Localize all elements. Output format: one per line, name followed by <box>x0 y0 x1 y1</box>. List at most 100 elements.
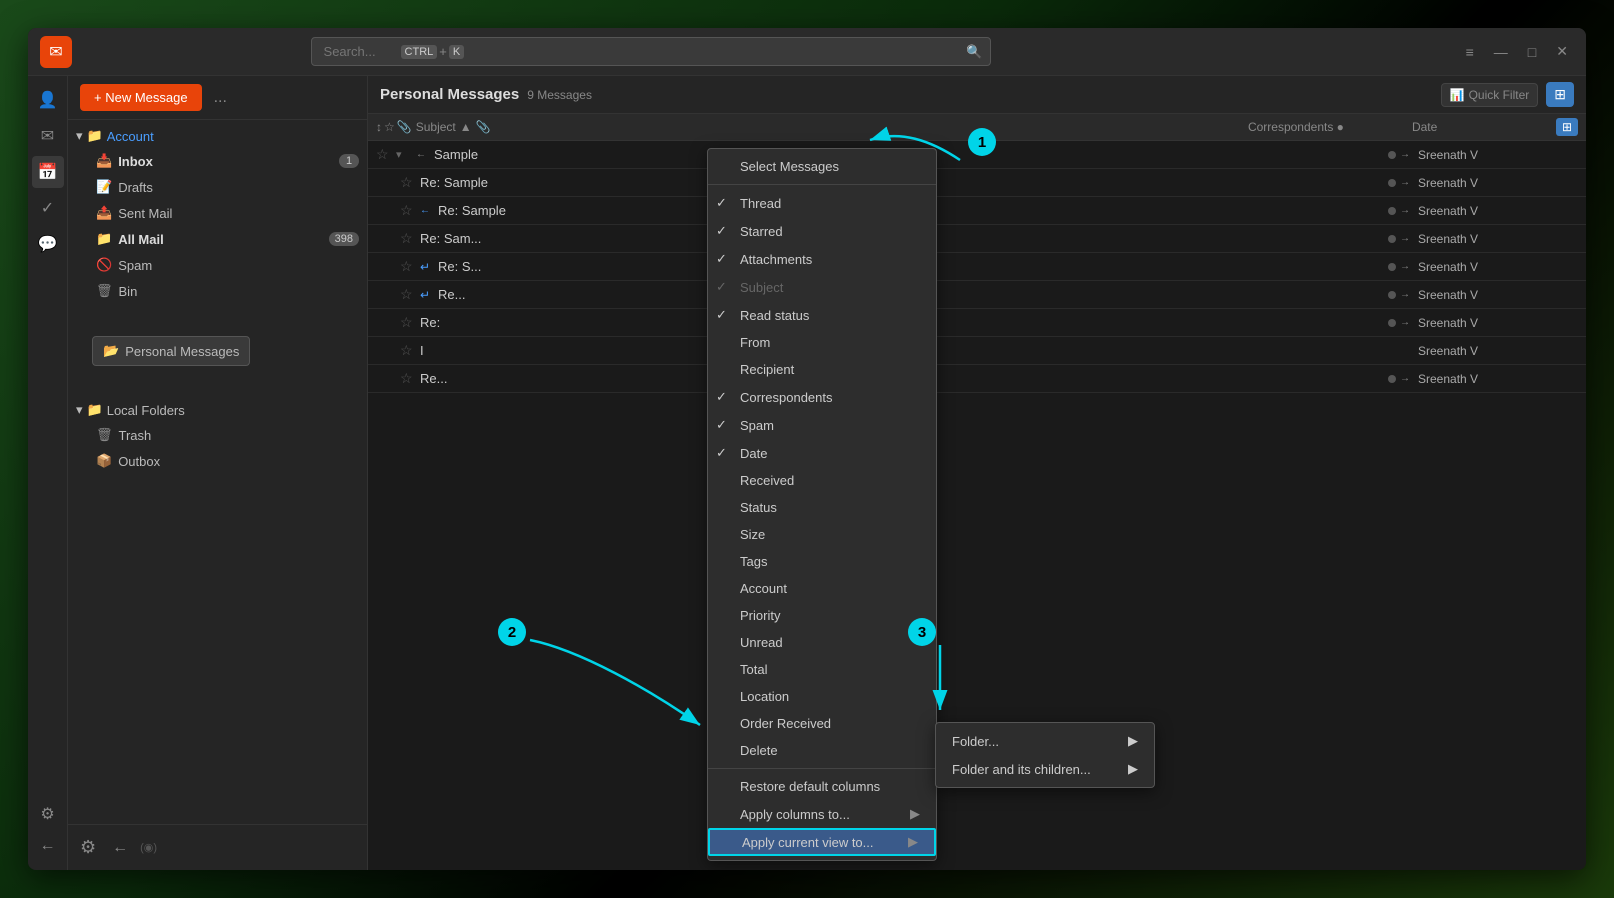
star-icon[interactable]: ☆ <box>400 230 416 247</box>
maximize-button[interactable]: □ <box>1522 39 1542 64</box>
menu-item-tags[interactable]: Tags <box>708 548 936 575</box>
folder-tree: ▾ 📁 Account 📥 Inbox 1 📝 Drafts 📤 Sent Ma… <box>68 120 367 308</box>
email-row[interactable]: ☆ ↵ Re: S... → Sreenath V <box>368 253 1586 281</box>
email-row[interactable]: ☆ I Sreenath V <box>368 337 1586 365</box>
folder-item-drafts[interactable]: 📝 Drafts <box>68 174 367 200</box>
menu-item-order-received[interactable]: Order Received <box>708 710 936 737</box>
sidebar-icon-mail[interactable]: ✉ <box>32 120 64 152</box>
email-row[interactable]: ☆ Re: Sample → Sreenath V <box>368 169 1586 197</box>
menu-item-folder-children[interactable]: Folder and its children... ▶ <box>936 755 1154 783</box>
local-folders-header[interactable]: ▾ 📁 Local Folders <box>68 398 367 422</box>
reply-icon: ← <box>420 205 434 216</box>
menu-item-priority[interactable]: Priority <box>708 602 936 629</box>
menu-item-unread[interactable]: Unread <box>708 629 936 656</box>
email-correspondent: Sreenath V <box>1418 260 1578 274</box>
email-row[interactable]: ☆ ▾ ← Sample → Sreenath V <box>368 141 1586 169</box>
menu-item-subject[interactable]: Subject <box>708 273 936 301</box>
menu-item-spam[interactable]: Spam <box>708 411 936 439</box>
menu-item-select-messages[interactable]: Select Messages <box>708 153 936 180</box>
star-icon[interactable]: ☆ <box>400 314 416 331</box>
spam-icon: 🚫 <box>96 257 112 273</box>
chevron-down-icon: ▾ <box>76 402 83 418</box>
correspondents-column-header[interactable]: Correspondents ● <box>1248 120 1408 134</box>
sidebar-icon-settings[interactable]: ⚙ <box>32 798 64 830</box>
attach-icon-col: 📎 <box>476 120 491 134</box>
menu-item-starred[interactable]: Starred <box>708 217 936 245</box>
folder-item-label: All Mail <box>118 232 164 247</box>
star-icon[interactable]: ☆ <box>376 146 392 163</box>
search-button[interactable]: 🔍 <box>966 44 982 60</box>
star-icon[interactable]: ☆ <box>400 202 416 219</box>
app-icon: ✉ <box>40 36 72 68</box>
email-row[interactable]: ☆ Re: → Sreenath V <box>368 309 1586 337</box>
allmail-badge: 398 <box>329 232 359 246</box>
menu-item-thread[interactable]: Thread <box>708 189 936 217</box>
menu-item-recipient[interactable]: Recipient <box>708 356 936 383</box>
folder-item-outbox[interactable]: 📦 Outbox <box>68 448 367 474</box>
personal-messages-label: Personal Messages <box>125 344 239 359</box>
menu-item-location[interactable]: Location <box>708 683 936 710</box>
new-message-button[interactable]: + New Message <box>80 84 202 111</box>
minimize-button[interactable]: — <box>1488 39 1514 64</box>
email-correspondent: Sreenath V <box>1418 232 1578 246</box>
columns-button[interactable]: ⊞ <box>1546 82 1574 107</box>
sidebar-icon-calendar[interactable]: 📅 <box>32 156 64 188</box>
sidebar-icon-tasks[interactable]: ✓ <box>32 192 64 224</box>
inbox-badge: 1 <box>339 154 359 168</box>
menu-item-attachments[interactable]: Attachments <box>708 245 936 273</box>
read-status-dot <box>1388 319 1396 327</box>
star-icon[interactable]: ☆ <box>400 370 416 387</box>
sidebar-icon-collapse[interactable]: ← <box>32 830 64 862</box>
folder-item-bin[interactable]: 🗑 Bin <box>68 278 367 304</box>
folder-item-inbox[interactable]: 📥 Inbox 1 <box>68 148 367 174</box>
date-column-header[interactable]: Date <box>1412 120 1552 134</box>
right-toolbar: Personal Messages 9 Messages 📊 Quick Fil… <box>368 76 1586 114</box>
personal-messages-button[interactable]: 📂 Personal Messages <box>92 336 250 366</box>
email-row[interactable]: ☆ ↵ Re... → Sreenath V <box>368 281 1586 309</box>
email-row[interactable]: ☆ Re... → Sreenath V <box>368 365 1586 393</box>
star-icon[interactable]: ☆ <box>400 174 416 191</box>
folder-item-sent[interactable]: 📤 Sent Mail <box>68 200 367 226</box>
reply-icon: ← <box>416 149 430 160</box>
sidebar-icon-profile[interactable]: 👤 <box>32 84 64 116</box>
date-label: Date <box>1412 120 1437 134</box>
sidebar-icon-chat[interactable]: 💬 <box>32 228 64 260</box>
star-icon[interactable]: ☆ <box>400 286 416 303</box>
account-group-header[interactable]: ▾ 📁 Account <box>68 124 367 148</box>
menu-item-delete[interactable]: Delete <box>708 737 936 764</box>
menu-item-apply-current-view[interactable]: Apply current view to... ▶ <box>708 828 936 856</box>
local-folders-section: ▾ 📁 Local Folders 🗑 Trash 📦 Outbox <box>68 394 367 478</box>
collapse-button[interactable]: ← <box>108 835 132 861</box>
menu-item-correspondents[interactable]: Correspondents <box>708 383 936 411</box>
menu-item-folder[interactable]: Folder... ▶ <box>936 727 1154 755</box>
close-button[interactable]: ✕ <box>1550 39 1574 64</box>
search-bar: CTRL + K 🔍 <box>311 37 991 66</box>
menu-item-restore-defaults[interactable]: Restore default columns <box>708 773 936 800</box>
outbox-icon: 📦 <box>96 453 112 469</box>
column-icons: ↕ ☆ 📎 <box>376 120 412 134</box>
menu-item-from[interactable]: From <box>708 329 936 356</box>
more-button[interactable]: ... <box>210 85 231 111</box>
submenu-arrow-icon: ▶ <box>908 834 918 850</box>
allmail-icon: 📁 <box>96 231 112 247</box>
star-icon[interactable]: ☆ <box>400 258 416 275</box>
email-row[interactable]: ☆ Re: Sam... → Sreenath V <box>368 225 1586 253</box>
menu-item-status[interactable]: Status <box>708 494 936 521</box>
folder-item-trash[interactable]: 🗑 Trash <box>68 422 367 448</box>
menu-item-account[interactable]: Account <box>708 575 936 602</box>
menu-item-read-status[interactable]: Read status <box>708 301 936 329</box>
folder-item-allmail[interactable]: 📁 All Mail 398 <box>68 226 367 252</box>
folder-item-spam[interactable]: 🚫 Spam <box>68 252 367 278</box>
settings-button[interactable]: ⚙ <box>76 833 100 862</box>
menu-item-size[interactable]: Size <box>708 521 936 548</box>
columns-config-button[interactable]: ⊞ <box>1556 118 1578 136</box>
menu-item-received[interactable]: Received <box>708 467 936 494</box>
menu-item-date[interactable]: Date <box>708 439 936 467</box>
star-icon[interactable]: ☆ <box>400 342 416 359</box>
menu-button[interactable]: ≡ <box>1460 39 1480 64</box>
menu-item-total[interactable]: Total <box>708 656 936 683</box>
menu-item-apply-columns[interactable]: Apply columns to... ▶ <box>708 800 936 828</box>
subject-column-header[interactable]: Subject ▲ 📎 <box>416 120 1244 134</box>
quick-filter-button[interactable]: 📊 Quick Filter <box>1441 83 1539 107</box>
email-row[interactable]: ☆ ← Re: Sample → Sreenath V <box>368 197 1586 225</box>
